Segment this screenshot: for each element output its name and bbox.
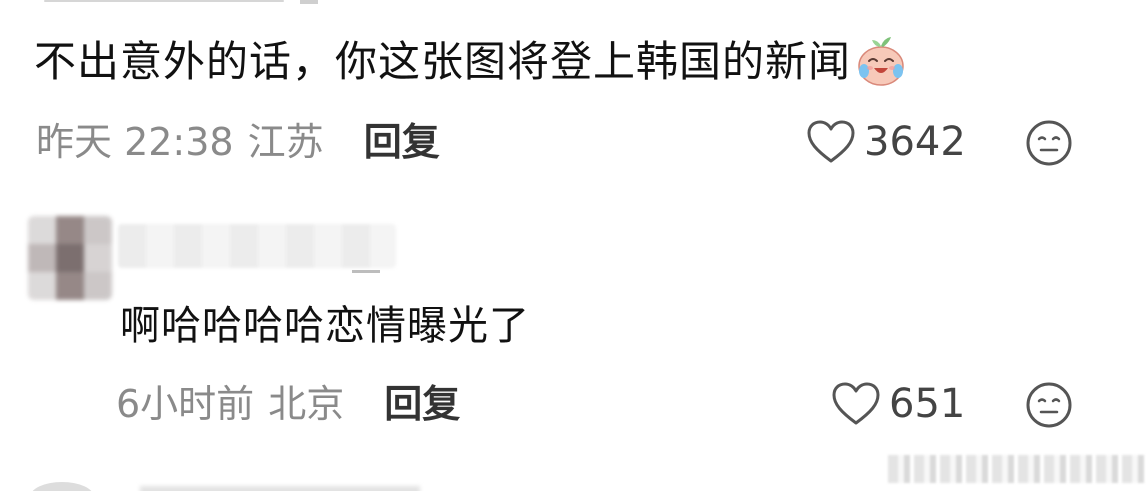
comment-time: 6小时前 — [116, 382, 255, 426]
neutral-face-icon[interactable] — [1024, 380, 1074, 430]
comment-body: 不出意外的话，你这张图将登上韩国的新闻 — [34, 37, 852, 86]
like-count: 3642 — [864, 119, 966, 165]
comment-body: 啊哈哈哈哈恋情曝光了 — [120, 303, 530, 349]
comment-meta: 6小时前 北京 回复 — [116, 380, 460, 428]
like-count: 651 — [889, 381, 966, 427]
next-avatar-partial — [30, 482, 94, 491]
neutral-face-icon[interactable] — [1024, 118, 1074, 168]
comment-location: 江苏 — [247, 120, 324, 164]
watermark-blur — [888, 455, 1144, 483]
username-underline — [352, 270, 380, 273]
comment-time: 昨天 22:38 — [36, 120, 234, 164]
user-header — [22, 206, 422, 300]
reply-button[interactable]: 回复 — [384, 382, 460, 426]
heart-icon — [832, 382, 880, 425]
username-blurred[interactable] — [118, 224, 396, 268]
comment-list: 不出意外的话，你这张图将登上韩国的新闻 昨天 22:38 江苏 回复 3642 — [0, 0, 1147, 491]
reply-button[interactable]: 回复 — [364, 120, 440, 164]
divider-nub — [300, 0, 318, 4]
comment-meta: 昨天 22:38 江苏 回复 — [36, 118, 440, 166]
comment-location: 北京 — [268, 382, 345, 426]
avatar[interactable] — [28, 216, 112, 300]
like-button[interactable]: 3642 — [806, 118, 966, 166]
next-comment-partial — [140, 486, 420, 491]
heart-icon — [807, 120, 855, 163]
divider — [44, 0, 284, 2]
comment-text: 不出意外的话，你这张图将登上韩国的新闻 — [34, 34, 909, 93]
crying-laughing-emoji-icon — [853, 33, 909, 89]
like-button[interactable]: 651 — [831, 380, 965, 428]
comment-text: 啊哈哈哈哈恋情曝光了 — [120, 298, 530, 354]
previous-item-remnant — [44, 0, 318, 6]
